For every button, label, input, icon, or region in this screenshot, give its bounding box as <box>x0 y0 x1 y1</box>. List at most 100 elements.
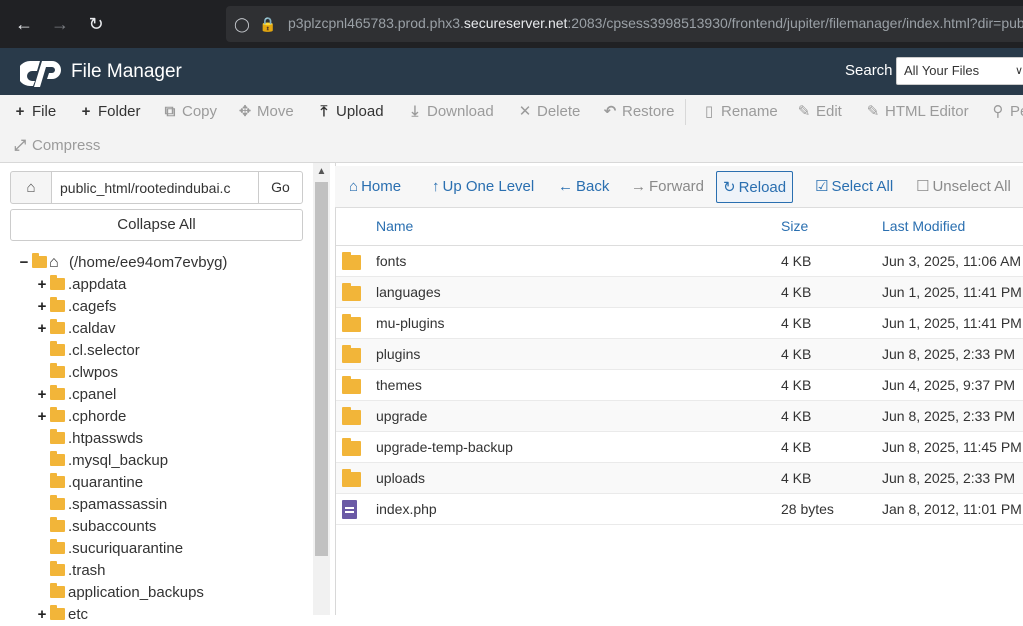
cell-size: 28 bytes <box>781 501 834 517</box>
expand-toggle-icon[interactable]: + <box>36 604 48 626</box>
compress-icon: ⤢ <box>13 137 26 154</box>
search-scope-select[interactable]: All Your Files ∨ <box>896 57 1023 85</box>
unselect-all-button[interactable]: ☐ Unselect All <box>910 171 1017 203</box>
tree-item-label: .spamassassin <box>68 496 168 513</box>
tree-item-label: .cpanel <box>68 386 117 403</box>
table-row[interactable]: themes 4 KB Jun 4, 2025, 9:37 PM <box>336 370 1023 401</box>
rename-button[interactable]: ▯ Rename <box>701 98 778 126</box>
lock-icon[interactable]: 🔒 <box>258 14 278 34</box>
folder-icon <box>50 385 65 400</box>
tree-item-label: .caldav <box>68 320 116 337</box>
compress-button[interactable]: ⤢ Compress <box>12 132 100 160</box>
cell-size: 4 KB <box>781 439 812 455</box>
home-button[interactable]: ⌂ Home <box>343 171 407 203</box>
tree-item[interactable]: .sucuriquarantine <box>36 538 306 560</box>
tree-item[interactable]: .clwpos <box>36 362 306 384</box>
table-row[interactable]: plugins 4 KB Jun 8, 2025, 2:33 PM <box>336 339 1023 370</box>
scroll-up-icon[interactable]: ▲ <box>313 163 330 180</box>
folder-icon <box>50 341 65 356</box>
collapse-all-button[interactable]: Collapse All <box>10 209 303 241</box>
back-button[interactable]: ← Back <box>552 171 615 203</box>
copy-button[interactable]: ⧉ Copy <box>162 98 217 126</box>
tree-item[interactable]: .subaccounts <box>36 516 306 538</box>
tree-item[interactable]: + etc <box>36 604 306 626</box>
cell-size: 4 KB <box>781 408 812 424</box>
table-row[interactable]: languages 4 KB Jun 1, 2025, 11:41 PM <box>336 277 1023 308</box>
expand-toggle-icon[interactable]: + <box>36 274 48 296</box>
table-row[interactable]: upgrade-temp-backup 4 KB Jun 8, 2025, 11:4… <box>336 432 1023 463</box>
url-text[interactable]: p3plzcpnl465783.prod.phx3.secureserver.n… <box>288 15 1023 31</box>
column-header-last-modified[interactable]: Last Modified <box>882 218 965 234</box>
column-header-size[interactable]: Size <box>781 218 808 234</box>
cell-name: uploads <box>376 470 426 486</box>
cell-name: upgrade-temp-backup <box>376 439 513 455</box>
cell-modified: Jan 8, 2012, 11:01 PM <box>882 501 1022 517</box>
tree-item[interactable]: .spamassassin <box>36 494 306 516</box>
expand-toggle-icon[interactable]: + <box>36 296 48 318</box>
table-row[interactable]: fonts 4 KB Jun 3, 2025, 11:06 AM <box>336 246 1023 277</box>
tree-item[interactable]: application_backups <box>36 582 306 604</box>
table-row[interactable]: uploads 4 KB Jun 8, 2025, 2:33 PM <box>336 463 1023 494</box>
restore-button[interactable]: ↶ Restore <box>602 98 675 126</box>
reload-button[interactable]: ↻ Reload <box>716 171 794 203</box>
new-file-button[interactable]: + File <box>12 98 57 126</box>
home-icon: ⌂ <box>49 254 59 271</box>
expand-toggle-icon[interactable]: + <box>36 384 48 406</box>
forward-arrow-icon[interactable]: → <box>48 12 72 36</box>
permissions-button[interactable]: ⚲Pe <box>990 98 1023 126</box>
page-title: File Manager <box>71 61 182 82</box>
tree-item[interactable]: .htpasswds <box>36 428 306 450</box>
tree-item-label: .mysql_backup <box>68 452 169 469</box>
upload-button[interactable]: ⤒ Upload <box>316 98 384 126</box>
download-button[interactable]: ⤓ Download <box>407 98 494 126</box>
forward-button[interactable]: → Forward <box>625 171 710 203</box>
table-row[interactable]: upgrade 4 KB Jun 8, 2025, 2:33 PM <box>336 401 1023 432</box>
tree-item[interactable]: + .cagefs <box>36 296 306 318</box>
shield-icon[interactable]: ◯ <box>232 14 252 34</box>
html-editor-button[interactable]: ✎ HTML Editor <box>865 98 969 126</box>
expand-toggle-icon[interactable]: + <box>36 318 48 340</box>
go-button[interactable]: Go <box>258 171 303 204</box>
move-button[interactable]: ✥ Move <box>237 98 294 126</box>
new-folder-button[interactable]: + Folder <box>78 98 141 126</box>
cell-name: index.php <box>376 501 437 517</box>
tree-scrollbar-thumb[interactable] <box>315 182 328 556</box>
delete-button[interactable]: ✕ Delete <box>517 98 581 126</box>
table-row[interactable]: mu-plugins 4 KB Jun 1, 2025, 11:41 PM <box>336 308 1023 339</box>
tree-item[interactable]: + .cphorde <box>36 406 306 428</box>
tree-item[interactable]: .trash <box>36 560 306 582</box>
tree-item[interactable]: .cl.selector <box>36 340 306 362</box>
folder-icon <box>342 438 361 456</box>
app-header: File Manager Search All Your Files ∨ <box>0 48 1023 95</box>
cell-name: mu-plugins <box>376 315 445 331</box>
cell-modified: Jun 8, 2025, 2:33 PM <box>882 346 1016 362</box>
path-input[interactable] <box>51 171 259 204</box>
home-directory-button[interactable]: ⌂ <box>10 171 52 204</box>
back-arrow-icon[interactable]: ← <box>12 12 36 36</box>
cell-modified: Jun 1, 2025, 11:41 PM <box>882 284 1022 300</box>
tree-root[interactable]: − ⌂ (/home/ee94om7evbyg) <box>18 252 308 274</box>
address-bar[interactable]: ◯ 🔒 p3plzcpnl465783.prod.phx3.secureserv… <box>226 6 1023 42</box>
tree-item[interactable]: + .cpanel <box>36 384 306 406</box>
edit-button[interactable]: ✎ Edit <box>796 98 842 126</box>
tree-item-label: .sucuriquarantine <box>68 540 184 557</box>
tree-item[interactable]: .mysql_backup <box>36 450 306 472</box>
refresh-icon: ↻ <box>723 179 736 196</box>
expand-toggle-icon[interactable]: + <box>36 406 48 428</box>
toolbar: + File + Folder ⧉ Copy ✥ Move ⤒ Upload ⤓ Downl… <box>0 95 1023 163</box>
folder-icon <box>342 376 361 394</box>
empty-box-icon: ☐ <box>916 178 930 195</box>
collapse-toggle-icon[interactable]: − <box>18 252 30 274</box>
table-row[interactable]: index.php 28 bytes Jan 8, 2012, 11:01 PM <box>336 494 1023 525</box>
folder-icon <box>50 583 65 598</box>
tree-item-label: .clwpos <box>68 364 119 381</box>
tree-item-label: application_backups <box>68 584 204 601</box>
column-header-name[interactable]: Name <box>376 218 413 234</box>
select-all-button[interactable]: ☑ Select All <box>809 171 899 203</box>
tree-item[interactable]: + .appdata <box>36 274 306 296</box>
tree-item[interactable]: .quarantine <box>36 472 306 494</box>
reload-icon[interactable]: ↻ <box>84 12 108 36</box>
toolbar-divider <box>685 99 686 125</box>
tree-item[interactable]: + .caldav <box>36 318 306 340</box>
up-one-level-button[interactable]: ↑ Up One Level <box>426 171 540 203</box>
